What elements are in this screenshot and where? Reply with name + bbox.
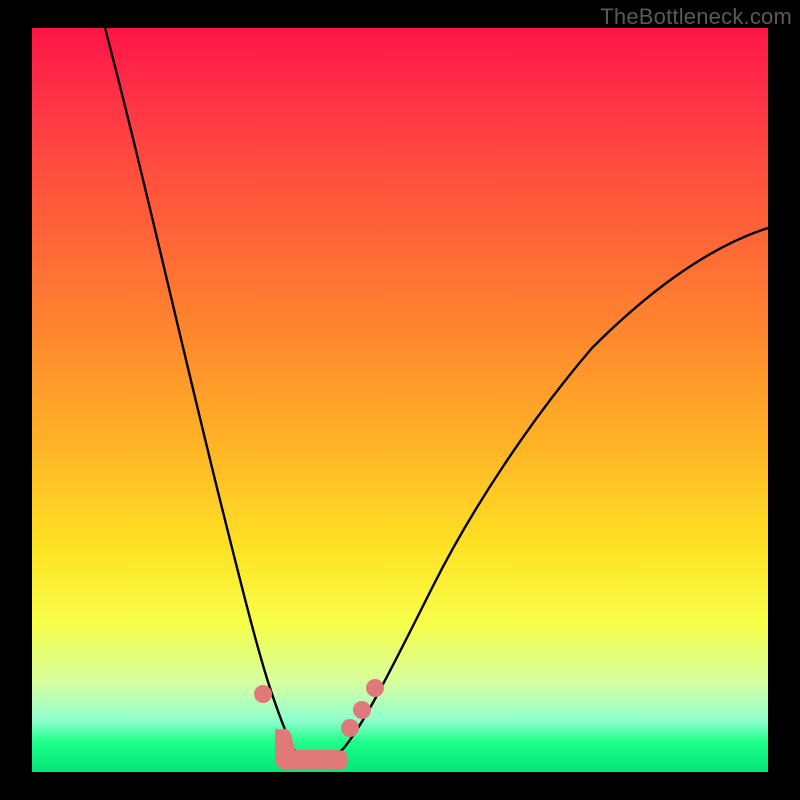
curve-marker-dot xyxy=(254,685,272,703)
outer-frame: TheBottleneck.com xyxy=(0,0,800,800)
watermark-text: TheBottleneck.com xyxy=(600,4,792,30)
curve-right-branch xyxy=(342,228,768,750)
curve-marker-dot xyxy=(353,701,371,719)
curve-marker-dot xyxy=(366,679,384,697)
curve-marker-dot xyxy=(341,719,359,737)
curve-left-branch xyxy=(105,28,294,750)
minimum-marker-blob xyxy=(275,729,348,770)
plot-area xyxy=(32,28,768,772)
bottleneck-curve xyxy=(32,28,768,772)
